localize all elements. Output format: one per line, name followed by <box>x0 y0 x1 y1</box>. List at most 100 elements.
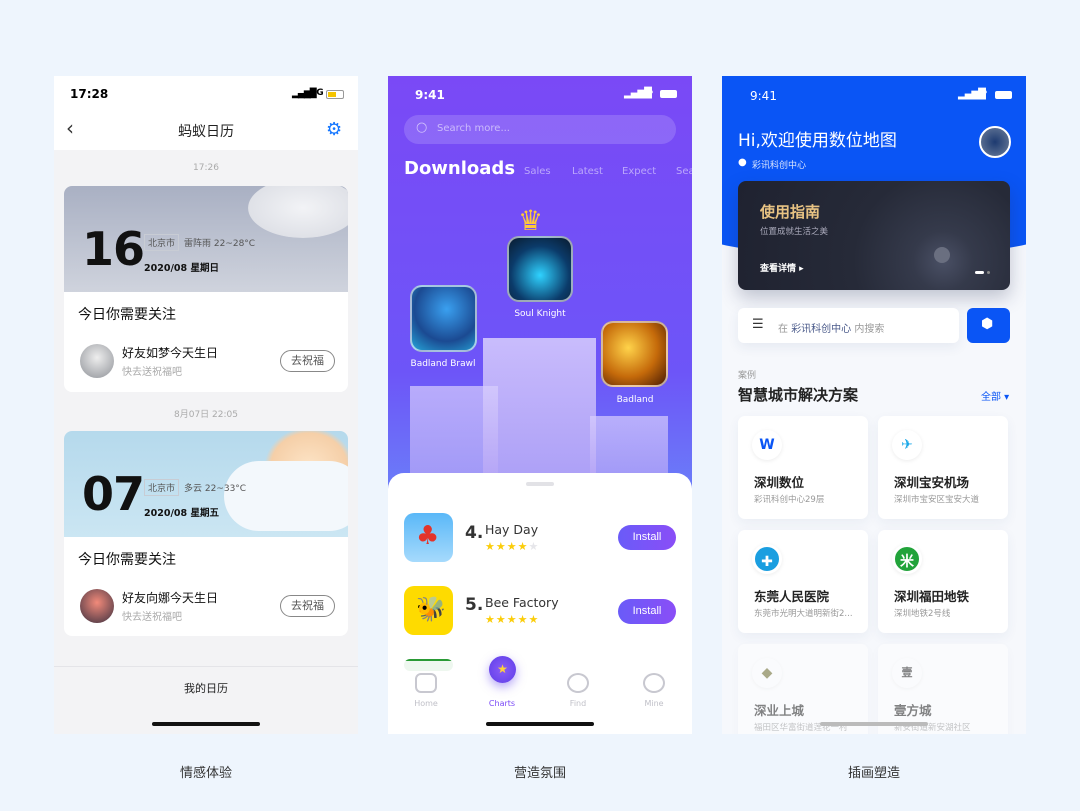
my-calendar-link[interactable]: 我的日历 <box>54 680 358 696</box>
podium-first <box>483 338 596 478</box>
carousel-indicator[interactable] <box>975 271 984 274</box>
hint-text: 快去送祝福吧 <box>122 367 182 378</box>
tab-downloads[interactable]: Downloads <box>404 158 515 179</box>
rank-number: 4. <box>465 523 484 543</box>
case-card[interactable]: ✚ 东莞人民医院 东莞市光明大道明新街2... <box>738 530 868 633</box>
home-indicator <box>152 722 260 726</box>
divider <box>54 666 358 667</box>
install-button[interactable]: Install <box>618 599 676 624</box>
case-title: 深圳宝安机场 <box>894 475 970 490</box>
weather-text: 多云 22~33°C <box>184 484 247 494</box>
banner-dot-illustration <box>934 247 950 263</box>
podium-label: Badland Brawl <box>410 359 476 369</box>
case-title: 深业上城 <box>754 703 805 718</box>
search-placeholder: Search more... <box>437 123 510 134</box>
rating-stars: ★★★★★ <box>485 613 540 626</box>
banner-link[interactable]: 查看详情 ▸ <box>760 261 804 274</box>
tab-latest[interactable]: Latest <box>572 166 603 177</box>
bless-button[interactable]: 去祝福 <box>280 595 335 617</box>
tab-expect[interactable]: Expect <box>622 166 656 177</box>
hint-text: 快去送祝福吧 <box>122 612 182 623</box>
caption: 插画塑造 <box>847 766 900 781</box>
podium-third <box>590 416 668 478</box>
tab-home[interactable]: Home <box>396 699 456 708</box>
menu-icon[interactable]: ☰ <box>752 317 764 332</box>
network-label: 4G <box>310 88 324 98</box>
game-charts-screen: 9:41 ▂▄▆█ ◠ ○ Search more... Downloads S… <box>388 76 692 734</box>
charts-star-icon[interactable]: ★ <box>489 656 516 683</box>
avatar <box>80 344 114 378</box>
case-card[interactable]: ◆ 深业上城 福田区华富街道莲花一村 <box>738 644 868 734</box>
badland-brawl-icon[interactable] <box>410 285 477 352</box>
status-time: 9:41 <box>415 88 445 102</box>
layers-button[interactable]: ⬢ <box>967 308 1010 343</box>
bless-button[interactable]: 去祝福 <box>280 350 335 372</box>
section-title: 智慧城市解决方案 <box>738 386 859 404</box>
weather-text: 雷阵雨 22~28°C <box>184 239 256 249</box>
tab-find[interactable]: Find <box>548 699 608 708</box>
gamepad-icon[interactable] <box>415 673 437 693</box>
battery-icon <box>326 90 344 99</box>
case-title: 深圳福田地铁 <box>894 589 970 604</box>
tab-mine[interactable]: Mine <box>624 699 684 708</box>
calendar-app-screen: 17:28 ▂▄▆█ 4G ‹ 蚂蚁日历 ⚙ 17:26 16 北京市 雷阵雨 … <box>54 76 358 734</box>
tab-charts[interactable]: Charts <box>472 699 532 708</box>
soul-knight-icon[interactable] <box>507 236 573 302</box>
status-time: 9:41 <box>750 89 777 103</box>
find-icon[interactable] <box>567 673 589 693</box>
guide-banner[interactable]: 使用指南 位置成就生活之美 查看详情 ▸ <box>738 181 1010 290</box>
calendar-card[interactable]: 16 北京市 雷阵雨 22~28°C 2020/08 星期日 今日你需要关注 好… <box>64 186 348 392</box>
avatar[interactable] <box>979 126 1011 158</box>
smile-icon[interactable] <box>643 673 665 693</box>
city-tag: 北京市 <box>144 479 180 496</box>
location-text[interactable]: 彩讯科创中心 <box>752 158 806 171</box>
yifangcheng-logo: 壹 <box>892 658 922 688</box>
gear-icon[interactable]: ⚙ <box>326 119 342 140</box>
date-text: 2020/08 星期五 <box>144 508 219 519</box>
tab-season[interactable]: Sea <box>676 166 692 177</box>
carousel-indicator[interactable] <box>987 271 990 274</box>
podium-label: Soul Knight <box>514 309 566 319</box>
calendar-card[interactable]: 07 北京市 多云 22~33°C 2020/08 星期五 今日你需要关注 好友… <box>64 431 348 636</box>
case-title: 东莞人民医院 <box>754 589 830 604</box>
case-card[interactable]: 壹 壹方城 新安街道新安湖社区 <box>878 644 1008 734</box>
search-icon: ○ <box>416 120 428 135</box>
caption: 情感体验 <box>179 766 232 781</box>
home-indicator <box>486 722 594 726</box>
case-card[interactable]: 米 深圳福田地铁 深圳地铁2号线 <box>878 530 1008 633</box>
banner-subtitle: 位置成就生活之美 <box>760 227 829 237</box>
case-card[interactable]: ✈ 深圳宝安机场 深圳市宝安区宝安大道 <box>878 416 1008 519</box>
friend-birthday: 好友向娜今天生日 <box>122 591 219 605</box>
podium-label: Badland <box>616 395 654 405</box>
install-button[interactable]: Install <box>618 525 676 550</box>
badland-icon[interactable] <box>601 321 668 387</box>
tab-sales[interactable]: Sales <box>524 166 551 177</box>
banner-title: 使用指南 <box>760 203 821 221</box>
drag-handle[interactable] <box>526 482 554 486</box>
timestamp: 8月07日 22:05 <box>174 410 238 420</box>
friend-birthday: 好友如梦今天生日 <box>122 346 219 360</box>
filter-dropdown[interactable]: 全部 ▾ <box>981 388 1009 403</box>
crown-icon: ♛ <box>518 204 544 237</box>
game-name: Hay Day <box>485 522 539 537</box>
greeting-title: Hi,欢迎使用数位地图 <box>738 131 897 151</box>
caption: 营造氛围 <box>513 766 566 781</box>
hay-day-icon[interactable]: ♣ <box>404 513 453 562</box>
status-time: 17:28 <box>70 87 109 101</box>
metro-logo: 米 <box>892 544 922 574</box>
day-number: 07 <box>82 467 145 521</box>
case-subtitle: 东莞市光明大道明新街2... <box>754 609 853 619</box>
case-subtitle: 彩讯科创中心29层 <box>754 495 825 505</box>
rank-number: 5. <box>465 595 484 615</box>
battery-icon <box>660 90 677 98</box>
case-card[interactable]: W 深圳数位 彩讯科创中心29层 <box>738 416 868 519</box>
avatar <box>80 589 114 623</box>
podium-second <box>410 386 498 478</box>
game-name: Bee Factory <box>485 595 559 610</box>
search-input[interactable]: ○ Search more... <box>404 115 676 144</box>
digital-map-screen: 9:41 ▂▄▆█ ◠ Hi,欢迎使用数位地图 ● 彩讯科创中心 使用指南 位置… <box>722 76 1026 734</box>
search-placeholder: 在 彩讯科创中心 内搜索 <box>778 324 885 335</box>
home-indicator <box>820 722 928 726</box>
search-input[interactable]: ☰ 在 彩讯科创中心 内搜索 <box>738 308 959 343</box>
bee-factory-icon[interactable]: 🐝 <box>404 586 453 635</box>
